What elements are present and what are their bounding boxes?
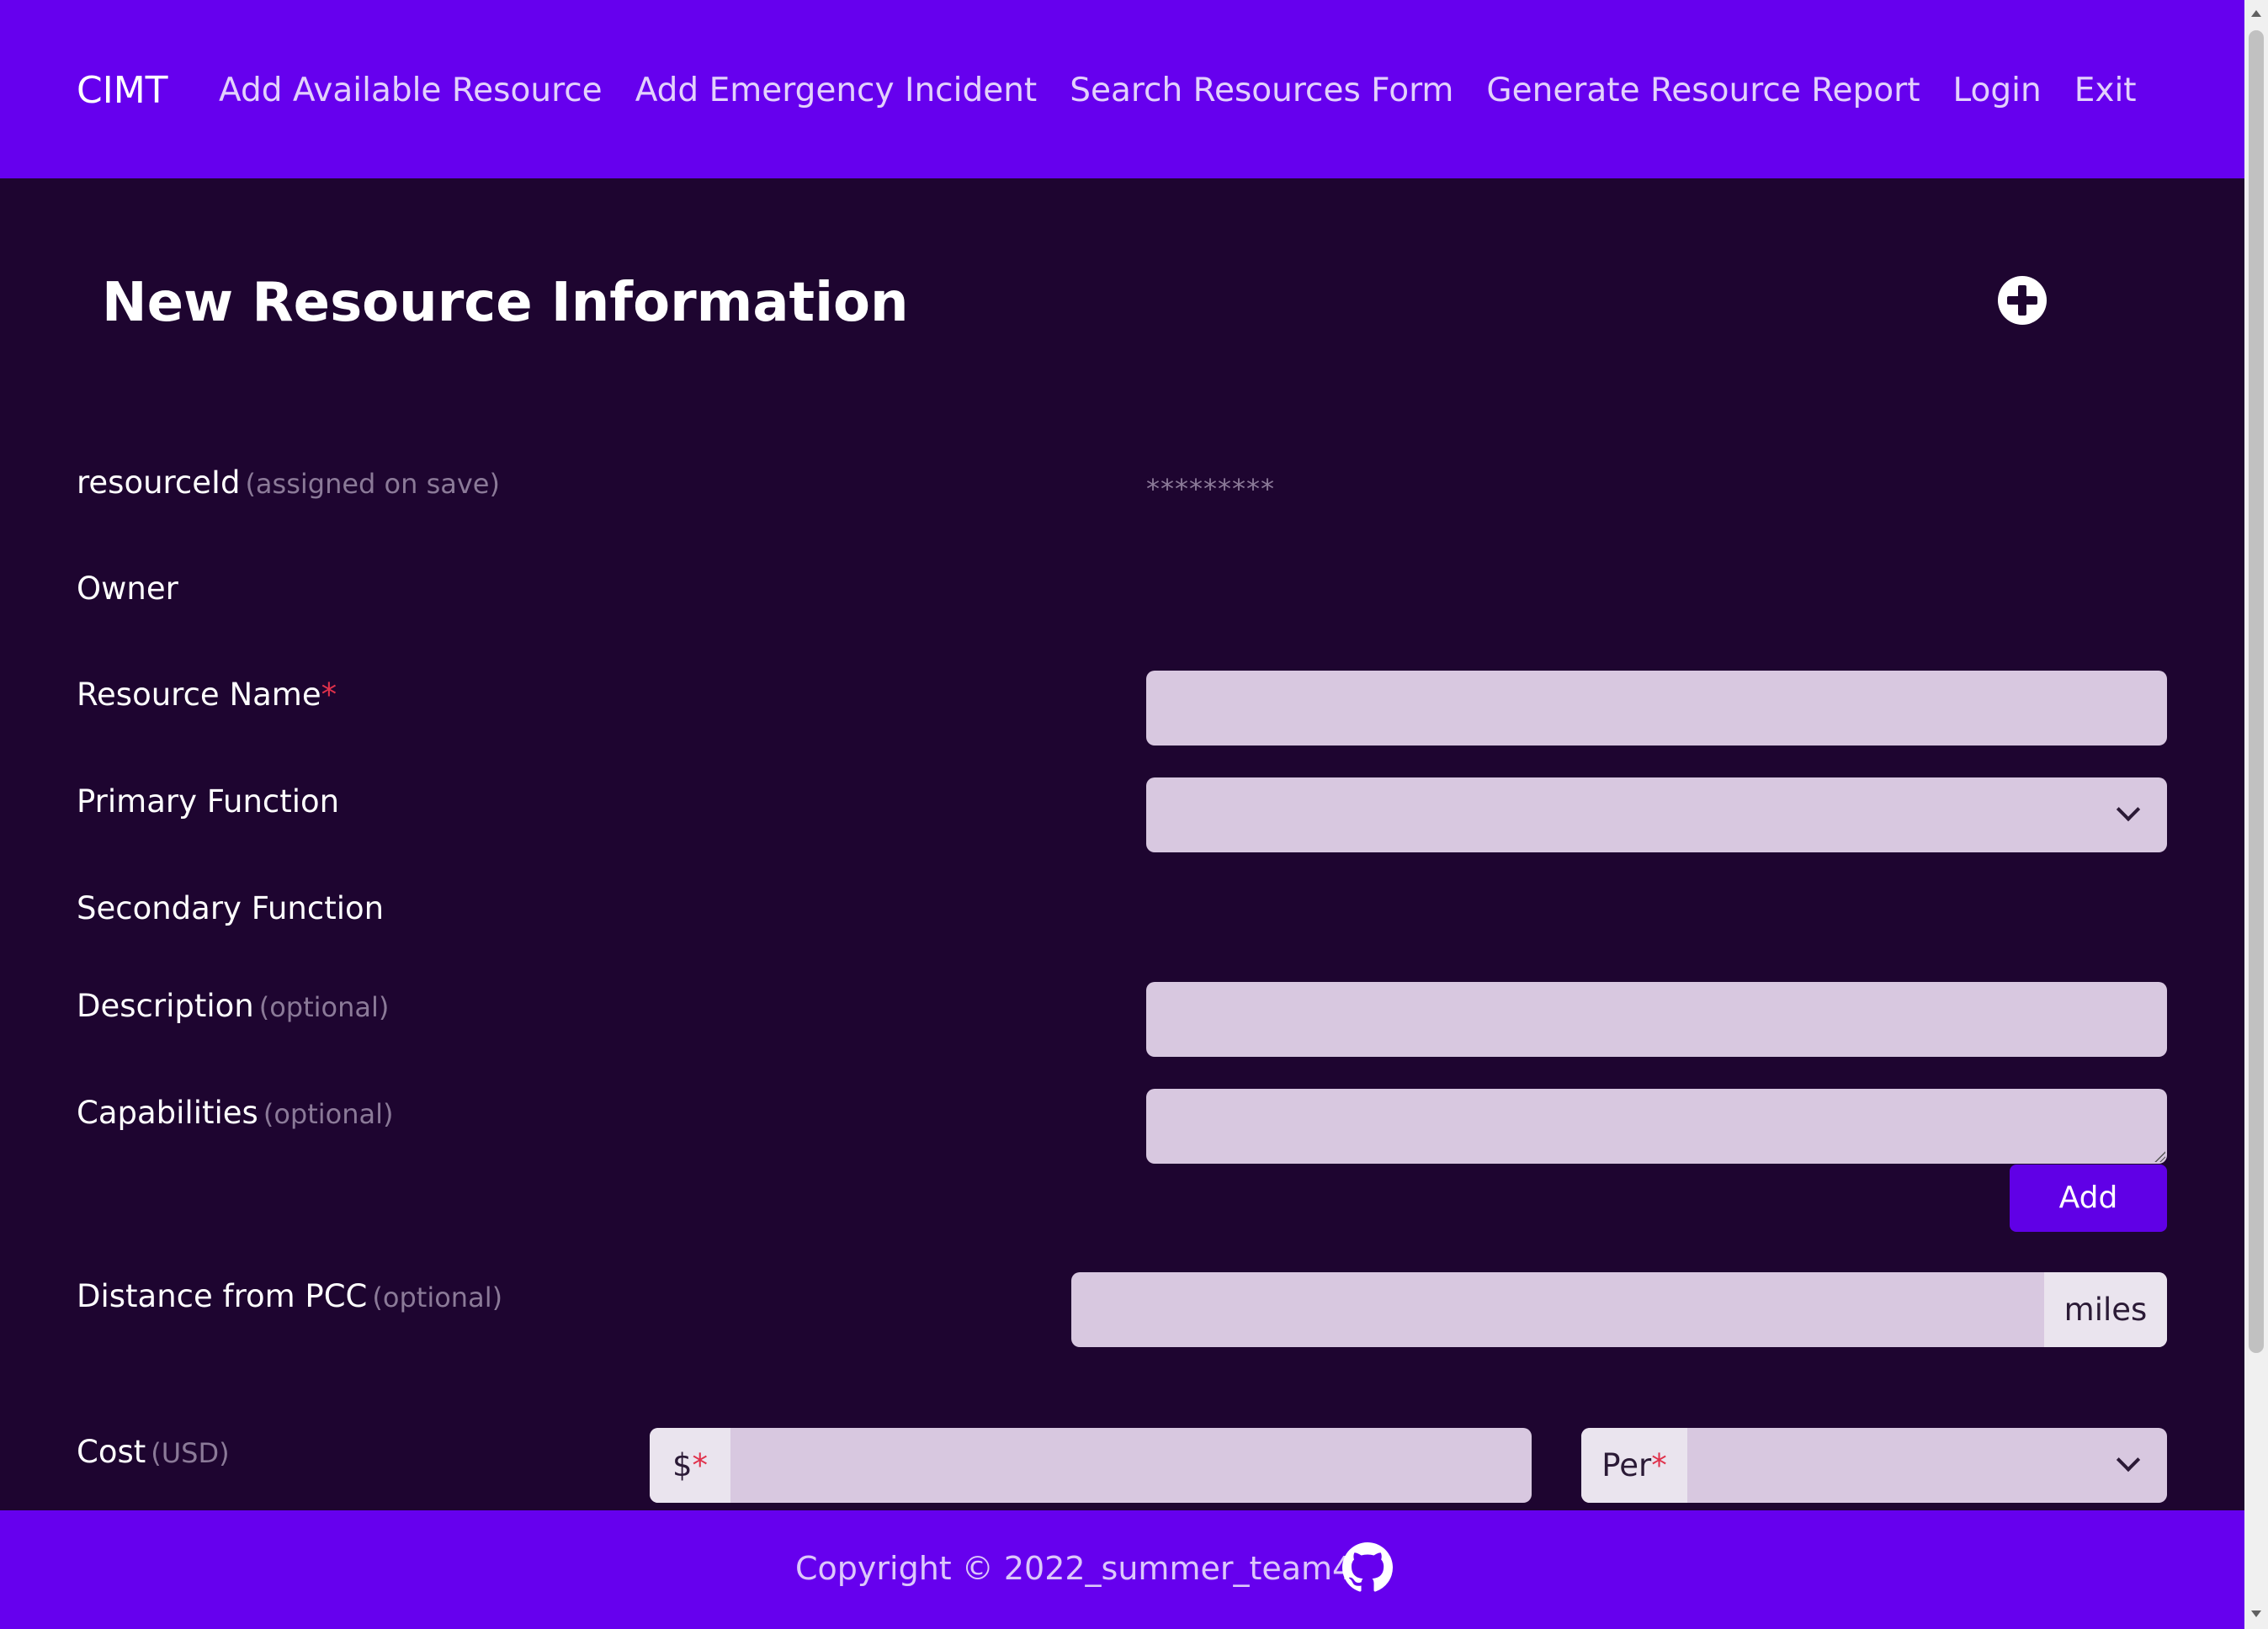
cost-label-text: Cost: [77, 1434, 146, 1470]
required-asterisk: *: [321, 677, 337, 713]
nav-search-resources-form[interactable]: Search Resources Form: [1070, 67, 1453, 114]
main-content: New Resource Information resourceId (assi…: [0, 178, 2244, 1510]
primary-function-select[interactable]: [1146, 777, 2167, 852]
description-input[interactable]: [1146, 982, 2167, 1057]
scrollbar-thumb[interactable]: [2249, 30, 2264, 1353]
capabilities-label-text: Capabilities: [77, 1095, 258, 1131]
capabilities-hint: (optional): [263, 1098, 394, 1130]
resource-name-label-text: Resource Name: [77, 677, 321, 713]
nav-add-available-resource[interactable]: Add Available Resource: [219, 67, 603, 114]
nav-generate-resource-report[interactable]: Generate Resource Report: [1486, 67, 1920, 114]
description-label-text: Description: [77, 988, 254, 1024]
capabilities-textarea[interactable]: [1146, 1089, 2167, 1164]
resource-name-input[interactable]: [1146, 671, 2167, 746]
description-label: Description (optional): [77, 986, 389, 1027]
resource-id-label-text: resourceId: [77, 464, 241, 501]
chevron-down-icon: [2116, 797, 2141, 822]
github-icon[interactable]: [1342, 1542, 1393, 1593]
description-hint: (optional): [258, 991, 390, 1023]
resize-handle-icon[interactable]: [2154, 1150, 2165, 1162]
distance-label-text: Distance from PCC: [77, 1278, 368, 1314]
vertical-scrollbar[interactable]: [2244, 0, 2268, 1629]
per-required-asterisk: *: [1651, 1447, 1667, 1483]
nav-login[interactable]: Login: [1953, 67, 2042, 114]
copyright-text: Copyright © 2022_summer_team4: [795, 1550, 1353, 1587]
scroll-up-icon[interactable]: [2251, 10, 2261, 17]
brand-link[interactable]: CIMT: [77, 67, 168, 114]
resource-name-label: Resource Name*: [77, 675, 337, 715]
nav-exit[interactable]: Exit: [2074, 67, 2137, 114]
secondary-function-label: Secondary Function: [77, 890, 385, 926]
distance-hint: (optional): [372, 1281, 503, 1313]
owner-label: Owner: [77, 570, 178, 607]
cost-input[interactable]: [650, 1428, 1532, 1503]
scroll-down-icon[interactable]: [2251, 1610, 2261, 1617]
resource-id-value: *********: [1146, 473, 1275, 505]
add-capability-button[interactable]: Add: [2010, 1165, 2167, 1232]
cost-label: Cost (USD): [77, 1432, 230, 1473]
nav-links: Add Available Resource Add Emergency Inc…: [219, 67, 2137, 114]
per-label: Per: [1601, 1447, 1652, 1483]
primary-function-label: Primary Function: [77, 783, 340, 820]
footer: Copyright © 2022_summer_team4: [0, 1510, 2244, 1629]
plus-circle-icon[interactable]: [1998, 276, 2047, 325]
chevron-down-icon: [2116, 1447, 2141, 1472]
dollar-addon: $*: [650, 1428, 730, 1503]
cost-hint: (USD): [151, 1437, 230, 1469]
resource-id-label: resourceId (assigned on save): [77, 463, 500, 504]
distance-label: Distance from PCC (optional): [77, 1276, 502, 1318]
dollar-sign: $: [672, 1447, 693, 1483]
page-title: New Resource Information: [102, 272, 909, 334]
distance-input[interactable]: [1071, 1272, 2167, 1347]
nav-add-emergency-incident[interactable]: Add Emergency Incident: [635, 67, 1038, 114]
resource-id-hint: (assigned on save): [245, 468, 500, 500]
top-navbar: CIMT Add Available Resource Add Emergenc…: [0, 0, 2244, 178]
capabilities-label: Capabilities (optional): [77, 1093, 393, 1134]
per-addon: Per*: [1581, 1428, 1687, 1503]
miles-addon: miles: [2044, 1272, 2167, 1347]
dollar-required-asterisk: *: [692, 1447, 709, 1483]
